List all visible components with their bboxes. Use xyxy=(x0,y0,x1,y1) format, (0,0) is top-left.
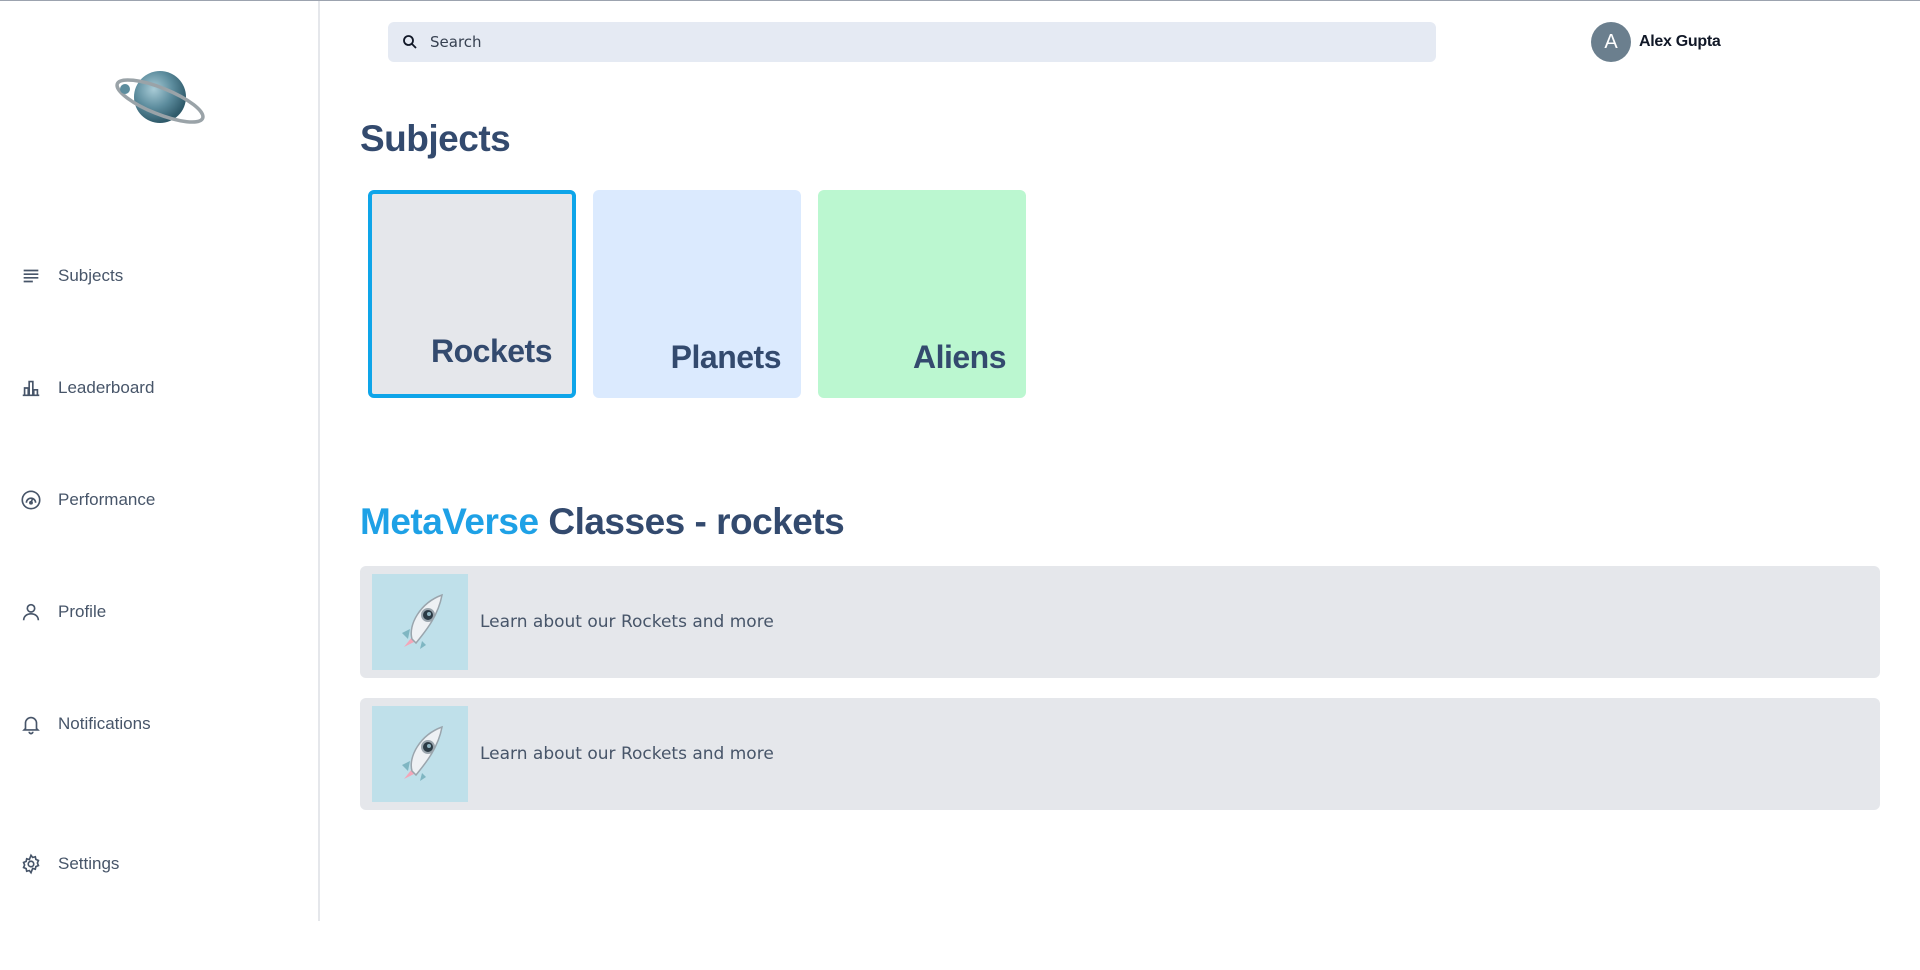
list-icon xyxy=(23,269,39,283)
sidebar-item-notifications[interactable]: Notifications xyxy=(20,713,151,735)
classes-title: MetaVerse Classes - rockets xyxy=(360,501,845,543)
sidebar-item-profile[interactable]: Profile xyxy=(20,601,106,623)
rocket-icon xyxy=(402,593,443,649)
planet-logo-icon[interactable] xyxy=(110,59,210,135)
subject-card-aliens[interactable]: Aliens xyxy=(818,190,1026,398)
class-thumbnail xyxy=(372,574,468,670)
search-input[interactable] xyxy=(430,33,1390,51)
sidebar: Subjects Leaderboard Performance Profile… xyxy=(0,1,320,921)
sidebar-item-label: Performance xyxy=(58,490,156,509)
bell-icon xyxy=(22,716,40,735)
class-item-text: Learn about our Rockets and more xyxy=(480,744,774,764)
bar-chart-icon xyxy=(22,380,40,397)
class-item-text: Learn about our Rockets and more xyxy=(480,612,774,632)
class-item[interactable]: Learn about our Rockets and more xyxy=(360,566,1880,678)
sidebar-item-subjects[interactable]: Subjects xyxy=(20,265,123,287)
subject-card-label: Rockets xyxy=(431,333,553,369)
sidebar-item-settings[interactable]: Settings xyxy=(20,853,119,875)
classes-title-accent: MetaVerse xyxy=(360,501,539,542)
rocket-icon xyxy=(402,725,443,781)
subject-card-label: Aliens xyxy=(912,339,1007,375)
classes-title-rest: Classes - rockets xyxy=(538,501,845,542)
search-bar[interactable] xyxy=(388,22,1436,62)
user-name[interactable]: Alex Gupta xyxy=(1639,33,1721,51)
user-icon xyxy=(22,603,40,621)
avatar[interactable]: A xyxy=(1591,22,1631,62)
sidebar-item-label: Notifications xyxy=(58,714,151,733)
user-menu[interactable]: A Alex Gupta xyxy=(1591,22,1721,62)
sidebar-item-label: Subjects xyxy=(58,266,124,285)
search-icon xyxy=(403,35,417,49)
subject-card-planets[interactable]: Planets xyxy=(593,190,801,398)
page-title: Subjects xyxy=(360,118,511,159)
sidebar-item-label: Leaderboard xyxy=(58,378,155,397)
gauge-icon xyxy=(21,490,41,510)
gear-icon xyxy=(22,853,40,875)
subject-cards: Rockets Planets Aliens xyxy=(368,190,1026,398)
sidebar-item-leaderboard[interactable]: Leaderboard xyxy=(20,377,154,399)
sidebar-item-label: Settings xyxy=(58,854,120,873)
subject-card-rockets[interactable]: Rockets xyxy=(368,190,576,398)
subject-card-label: Planets xyxy=(670,339,782,375)
sidebar-item-performance[interactable]: Performance xyxy=(20,489,155,511)
sidebar-item-label: Profile xyxy=(58,602,107,621)
class-item[interactable]: Learn about our Rockets and more xyxy=(360,698,1880,810)
class-thumbnail xyxy=(372,706,468,802)
